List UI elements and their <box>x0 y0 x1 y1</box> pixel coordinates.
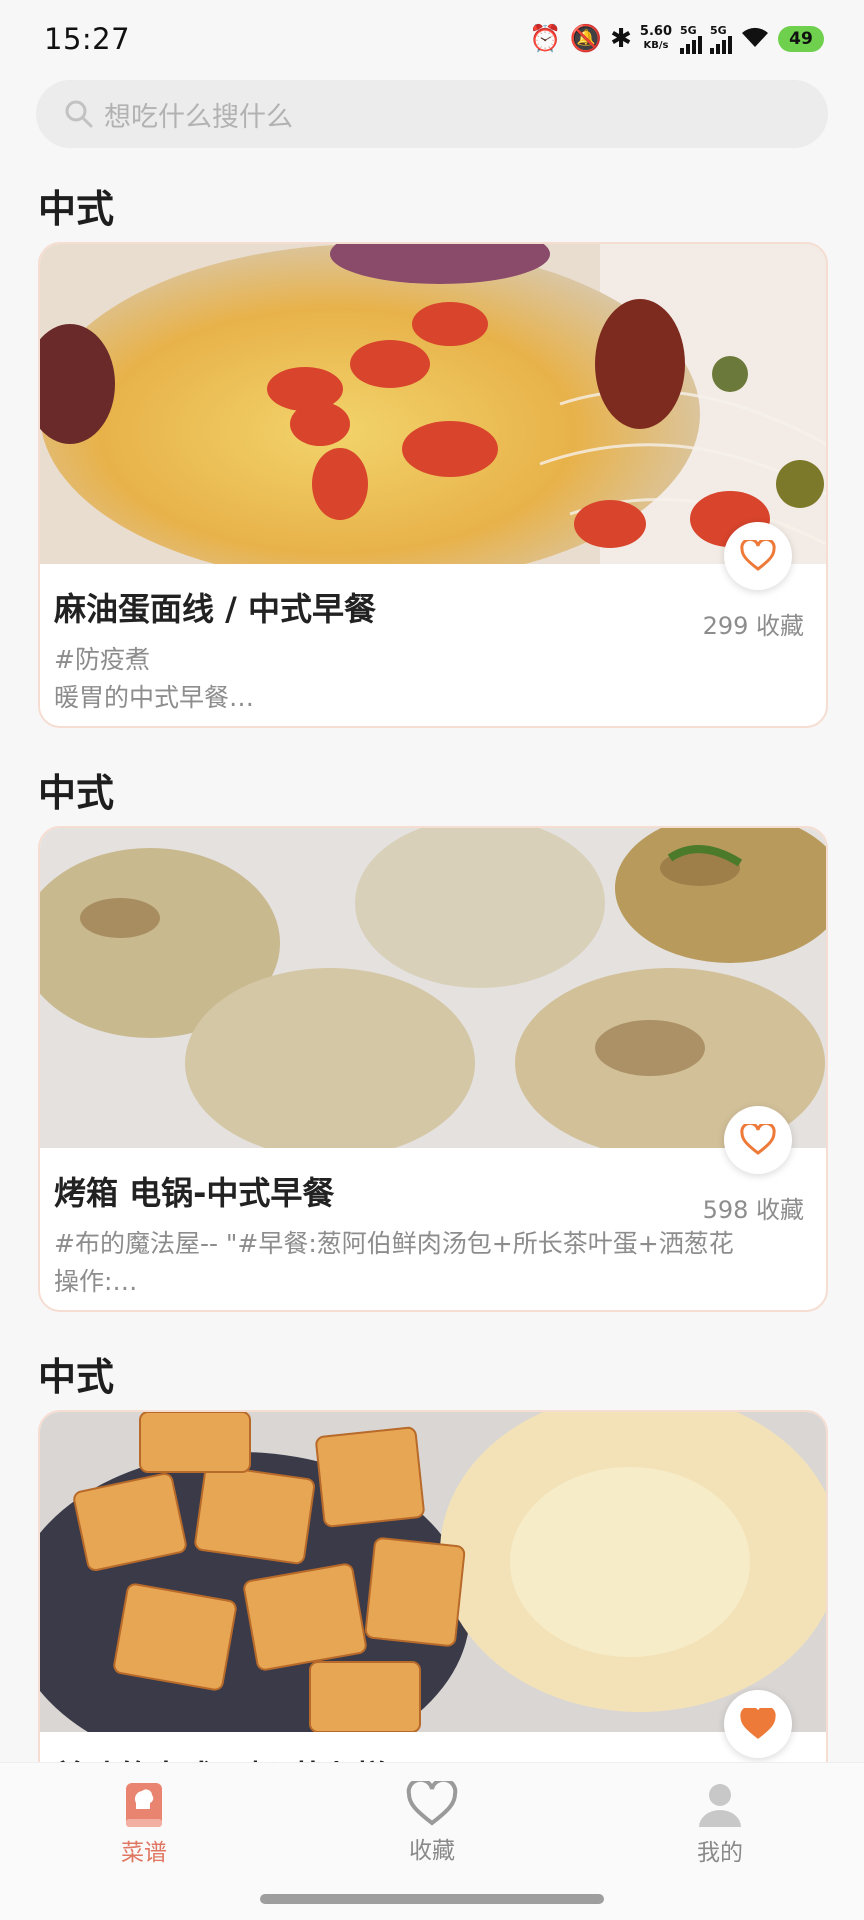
search-placeholder: 想吃什么搜什么 <box>104 101 293 133</box>
tab-label: 菜谱 <box>121 1840 167 1866</box>
section-title: 中式 <box>38 187 115 231</box>
recipe-card[interactable]: 烤箱 电锅-中式早餐 598 收藏 #布的魔法屋-- "#早餐:葱阿伯鲜肉汤包+… <box>38 826 828 1312</box>
heart-icon <box>406 1781 458 1826</box>
net-speed-unit: KB/s <box>643 40 669 51</box>
recipe-description: 暖胃的中式早餐… <box>54 683 255 712</box>
favorite-button[interactable] <box>724 522 792 590</box>
bluetooth-icon: ✱ <box>610 24 632 54</box>
status-bar: 15:27 ⏰ 🔕 ✱ 5.60 KB/s 5G 5G 49 <box>0 0 864 78</box>
recipe-tag: #布的魔法屋-- "#早餐:葱阿伯鲜肉汤包+所长茶叶蛋+洒葱花 <box>54 1229 734 1258</box>
recipe-image-noodles <box>40 244 826 564</box>
sim2-label: 5G <box>710 23 727 37</box>
recipe-title: 烤箱 电锅-中式早餐 <box>54 1174 335 1212</box>
tab-recipes[interactable]: 菜谱 <box>64 1781 224 1867</box>
favorite-button[interactable] <box>724 1106 792 1174</box>
section-title: 中式 <box>38 771 115 815</box>
favorite-count: 598 收藏 <box>702 1196 804 1224</box>
recipe-image-buns <box>40 828 826 1148</box>
person-icon <box>699 1784 741 1827</box>
battery-indicator: 49 <box>778 26 824 52</box>
search-bar[interactable]: 想吃什么搜什么 <box>36 80 828 148</box>
mute-bell-icon: 🔕 <box>569 24 603 54</box>
home-indicator[interactable] <box>260 1894 604 1904</box>
tab-label: 我的 <box>697 1840 743 1866</box>
recipe-book-icon <box>126 1783 162 1827</box>
recipe-description: 操作:… <box>54 1267 138 1296</box>
status-icons: ⏰ 🔕 ✱ 5.60 KB/s 5G 5G 49 <box>529 25 824 54</box>
net-speed-value: 5.60 <box>639 24 672 39</box>
recipe-card[interactable]: 麻油蛋面线 / 中式早餐 299 收藏 #防疫煮 暖胃的中式早餐… <box>38 242 828 728</box>
heart-outline-icon <box>740 1124 776 1155</box>
signal-sim2-icon: 5G <box>710 25 732 54</box>
network-speed: 5.60 KB/s <box>640 25 672 53</box>
recipe-title: 麻油蛋面线 / 中式早餐 <box>54 590 376 628</box>
sim1-label: 5G <box>680 23 697 37</box>
tab-label: 收藏 <box>409 1838 455 1864</box>
signal-sim1-icon: 5G <box>680 25 702 54</box>
tab-profile[interactable]: 我的 <box>640 1781 800 1867</box>
search-icon <box>65 100 93 128</box>
tab-favorites[interactable]: 收藏 <box>352 1781 512 1865</box>
heart-filled-icon <box>740 1708 776 1739</box>
favorite-count: 299 收藏 <box>702 612 804 640</box>
favorite-button[interactable] <box>724 1690 792 1758</box>
recipe-image-radish-cake <box>40 1412 826 1732</box>
wifi-icon <box>740 25 770 53</box>
status-time: 15:27 <box>44 22 131 56</box>
section-title: 中式 <box>38 1355 115 1399</box>
recipe-tag: #防疫煮 <box>54 645 150 674</box>
alarm-icon: ⏰ <box>529 24 562 54</box>
heart-outline-icon <box>740 540 776 571</box>
